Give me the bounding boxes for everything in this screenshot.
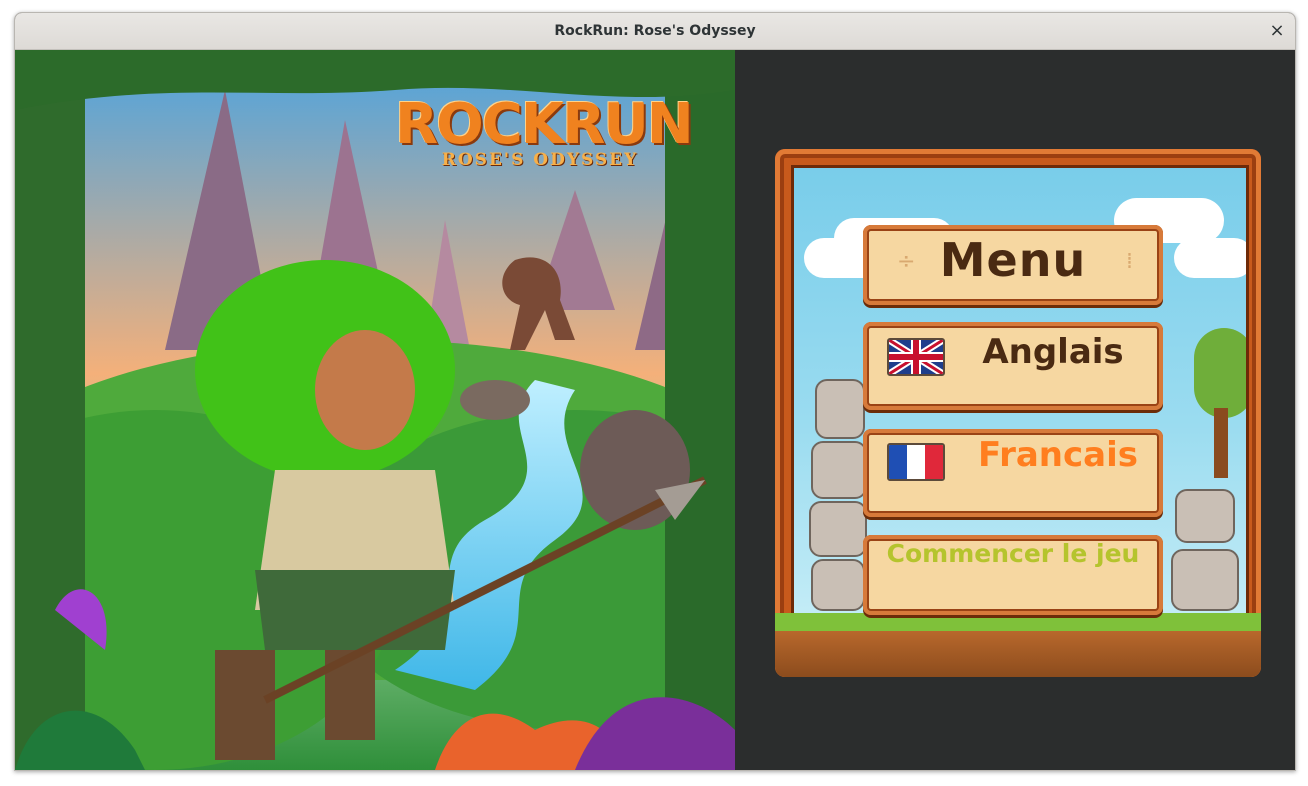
rock-decoration <box>1175 489 1235 543</box>
english-language-button[interactable]: Anglais <box>863 322 1163 410</box>
bone-icon: ⁞ <box>1126 249 1133 274</box>
french-language-button[interactable]: Francais <box>863 429 1163 517</box>
menu-title-label: Menu <box>939 233 1087 287</box>
window-title: RockRun: Rose's Odyssey <box>554 23 756 39</box>
tree-decoration <box>1194 328 1246 418</box>
close-icon[interactable]: × <box>1267 21 1287 41</box>
start-game-button[interactable]: Commencer le jeu <box>863 535 1163 615</box>
ground-decoration <box>775 613 1261 677</box>
start-game-label: Commencer le jeu <box>886 539 1140 568</box>
tree-trunk-decoration <box>1214 408 1228 478</box>
cover-art: ROCKRUN ROSE'S ODYSSEY <box>15 50 735 770</box>
game-window: RockRun: Rose's Odyssey × ROCKRUN ROSE'S… <box>14 12 1296 771</box>
rock-decoration <box>809 501 867 557</box>
french-language-label: Francais <box>978 435 1138 475</box>
menu-title-button[interactable]: ÷ Menu ⁞ <box>863 225 1163 305</box>
uk-flag-icon <box>887 338 945 376</box>
rock-decoration <box>811 559 865 611</box>
rock-decoration <box>811 441 867 499</box>
english-language-label: Anglais <box>982 332 1124 372</box>
cover-logo-title: ROCKRUN <box>395 92 694 157</box>
france-flag-icon <box>887 443 945 481</box>
main-menu-panel: ÷ Menu ⁞ Anglais Francais Commencer le j… <box>775 149 1261 677</box>
cloud-decoration <box>1174 238 1246 278</box>
rock-decoration <box>1171 549 1239 611</box>
title-bar[interactable]: RockRun: Rose's Odyssey × <box>15 13 1295 50</box>
cover-logo-subtitle: ROSE'S ODYSSEY <box>441 150 639 170</box>
rock-decoration <box>815 379 865 439</box>
